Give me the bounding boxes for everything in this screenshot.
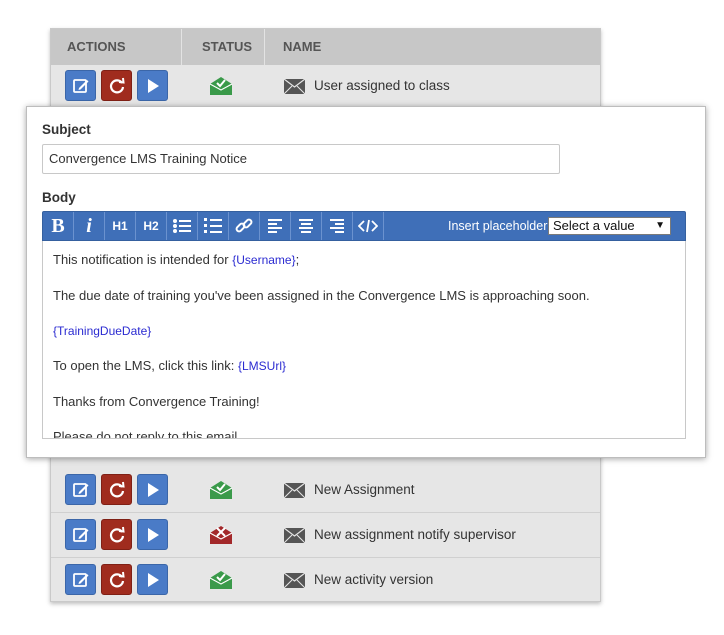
refresh-icon bbox=[109, 526, 125, 542]
placeholder-token: {LMSUrl} bbox=[237, 359, 287, 373]
code-icon bbox=[358, 219, 378, 233]
play-icon bbox=[147, 78, 159, 93]
body-text: To open the LMS, click this link: bbox=[53, 358, 238, 373]
subject-input[interactable]: Convergence LMS Training Notice bbox=[42, 144, 560, 174]
notification-name: New assignment notify supervisor bbox=[314, 527, 516, 542]
notification-editor-panel: Subject Convergence LMS Training Notice … bbox=[26, 106, 706, 458]
body-line: Please do not reply to this email. bbox=[53, 429, 241, 439]
align-right-icon bbox=[330, 219, 344, 233]
body-label: Body bbox=[42, 190, 76, 205]
body-line: This notification is intended for {Usern… bbox=[53, 252, 299, 267]
body-line: To open the LMS, click this link: {LMSUr… bbox=[53, 358, 286, 373]
editor-toolbar: B i H1 H2 Insert placeholder Select a va… bbox=[42, 211, 686, 241]
body-line: The due date of training you've been ass… bbox=[53, 288, 590, 303]
placeholder-token: {Username} bbox=[232, 253, 296, 267]
edit-icon bbox=[72, 527, 88, 542]
table-row: New activity version bbox=[51, 559, 600, 603]
heading1-button[interactable]: H1 bbox=[105, 212, 136, 240]
send-button[interactable] bbox=[137, 564, 168, 595]
heading2-icon: H2 bbox=[143, 219, 159, 233]
numbered-list-button[interactable] bbox=[198, 212, 229, 240]
notification-name: User assigned to class bbox=[314, 78, 450, 93]
resend-button[interactable] bbox=[101, 70, 132, 101]
placeholder-select-value: Select a value bbox=[553, 218, 635, 233]
send-button[interactable] bbox=[137, 70, 168, 101]
insert-placeholder-label: Insert placeholder bbox=[448, 219, 548, 233]
subject-label: Subject bbox=[42, 122, 91, 137]
play-icon bbox=[147, 572, 159, 587]
refresh-icon bbox=[109, 77, 125, 93]
heading1-icon: H1 bbox=[112, 219, 128, 233]
body-text: This notification is intended for bbox=[53, 252, 233, 267]
italic-button[interactable]: i bbox=[74, 212, 105, 240]
column-header-actions[interactable]: ACTIONS bbox=[51, 29, 182, 65]
heading2-button[interactable]: H2 bbox=[136, 212, 167, 240]
table-row: New Assignment bbox=[51, 469, 600, 513]
resend-button[interactable] bbox=[101, 564, 132, 595]
bold-button[interactable]: B bbox=[43, 212, 74, 240]
bold-icon: B bbox=[51, 214, 65, 237]
dropdown-arrow-icon: ▼ bbox=[655, 220, 665, 231]
body-line: {TrainingDueDate} bbox=[53, 323, 151, 338]
source-code-button[interactable] bbox=[353, 212, 384, 240]
edit-button[interactable] bbox=[65, 70, 96, 101]
send-button[interactable] bbox=[137, 519, 168, 550]
send-button[interactable] bbox=[137, 474, 168, 505]
edit-icon bbox=[72, 572, 88, 587]
body-line: Thanks from Convergence Training! bbox=[53, 394, 260, 409]
body-text: ; bbox=[295, 252, 300, 267]
refresh-icon bbox=[109, 481, 125, 497]
column-header-status[interactable]: STATUS bbox=[182, 29, 265, 65]
edit-icon bbox=[72, 482, 88, 497]
status-sent-icon bbox=[209, 481, 233, 499]
status-sent-icon bbox=[209, 571, 233, 589]
align-left-icon bbox=[268, 219, 282, 233]
mail-icon bbox=[284, 528, 305, 543]
bullet-list-icon bbox=[173, 219, 191, 233]
notification-name: New activity version bbox=[314, 572, 434, 587]
placeholder-select[interactable]: Select a value ▼ bbox=[548, 217, 671, 235]
align-left-button[interactable] bbox=[260, 212, 291, 240]
play-icon bbox=[147, 482, 159, 497]
placeholder-token: {TrainingDueDate} bbox=[53, 324, 152, 338]
edit-icon bbox=[72, 78, 88, 93]
bullet-list-button[interactable] bbox=[167, 212, 198, 240]
align-center-button[interactable] bbox=[291, 212, 322, 240]
refresh-icon bbox=[109, 571, 125, 587]
numbered-list-icon bbox=[204, 218, 222, 233]
table-row: User assigned to class bbox=[51, 65, 600, 109]
edit-button[interactable] bbox=[65, 474, 96, 505]
edit-button[interactable] bbox=[65, 564, 96, 595]
resend-button[interactable] bbox=[101, 474, 132, 505]
link-button[interactable] bbox=[229, 212, 260, 240]
body-editor[interactable]: This notification is intended for {Usern… bbox=[42, 241, 686, 439]
play-icon bbox=[147, 527, 159, 542]
mail-icon bbox=[284, 573, 305, 588]
column-header-name[interactable]: NAME bbox=[265, 29, 600, 65]
table-header: ACTIONS STATUS NAME bbox=[51, 29, 600, 65]
notification-name: New Assignment bbox=[314, 482, 415, 497]
status-sent-icon bbox=[209, 77, 233, 95]
align-center-icon bbox=[299, 219, 313, 233]
mail-icon bbox=[284, 483, 305, 498]
resend-button[interactable] bbox=[101, 519, 132, 550]
italic-icon: i bbox=[86, 214, 92, 237]
table-row: New assignment notify supervisor bbox=[51, 514, 600, 558]
mail-icon bbox=[284, 79, 305, 94]
edit-button[interactable] bbox=[65, 519, 96, 550]
link-icon bbox=[235, 218, 253, 233]
status-failed-icon bbox=[209, 526, 233, 544]
align-right-button[interactable] bbox=[322, 212, 353, 240]
